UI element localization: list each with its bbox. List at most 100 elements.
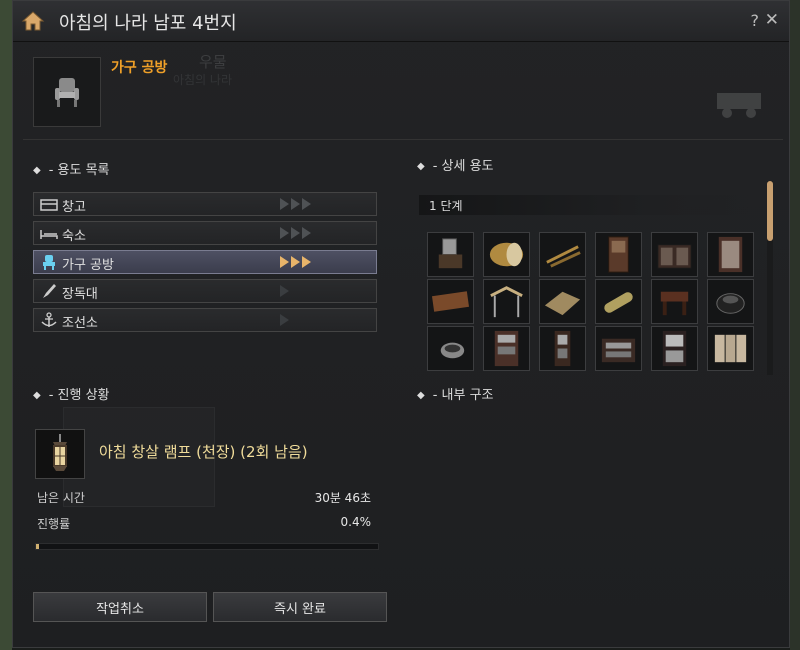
- level-arrows: [280, 227, 311, 239]
- furniture-grid: [427, 232, 757, 374]
- stage-bar: 1 단계: [419, 195, 749, 215]
- diamond-bullet-icon: ◆: [33, 165, 41, 176]
- bed-icon: [40, 230, 58, 239]
- furniture-slot[interactable]: [651, 279, 698, 324]
- progress-heading: ◆ - 진행 상황: [33, 384, 110, 403]
- usage-list-label: - 용도 목록: [48, 163, 110, 178]
- interior-label: - 내부 구조: [432, 388, 494, 403]
- drum-icon: [489, 242, 524, 267]
- usage-item-label: 숙소: [62, 229, 86, 244]
- usage-item-storage[interactable]: 창고: [33, 192, 377, 216]
- level-arrows: [280, 256, 311, 268]
- house-management-window: 아침의 나라 남포 4번지 ? ✕ 가구 공방 우물 아침의 나라 ◆ - 용도 …: [12, 0, 790, 648]
- furniture-slot[interactable]: [651, 232, 698, 277]
- rolled-mat-icon: [604, 292, 633, 313]
- tent-frame-icon: [490, 286, 523, 318]
- display-shelf-icon: [494, 330, 519, 367]
- screen-cabinet-icon: [718, 236, 743, 273]
- home-icon: [21, 11, 45, 31]
- chair-icon: [43, 255, 55, 270]
- title-bar[interactable]: 아침의 나라 남포 4번지 ? ✕: [13, 1, 789, 42]
- progress-bar: [35, 543, 379, 550]
- furniture-slot[interactable]: [707, 232, 754, 277]
- furniture-slot[interactable]: [595, 232, 642, 277]
- usage-item-label: 장독대: [62, 287, 98, 302]
- tall-cabinet-icon: [608, 236, 629, 273]
- wooden-sticks-icon: [546, 245, 581, 268]
- folding-screen-icon: [714, 334, 747, 363]
- progress-rate-label: 진행률: [37, 517, 71, 531]
- chest-icon: [40, 199, 58, 211]
- wooden-plank-icon: [431, 291, 470, 312]
- workshop-thumbnail: [33, 57, 101, 127]
- furniture-scrollbar[interactable]: [767, 181, 773, 375]
- furniture-slot[interactable]: [427, 232, 474, 277]
- usage-item-lodging[interactable]: 숙소: [33, 221, 377, 245]
- usage-item-label: 창고: [62, 200, 86, 215]
- wooden-table-icon: [660, 291, 689, 316]
- world-edge-right: [790, 0, 800, 650]
- level-arrows: [280, 198, 311, 210]
- ghost-title: 우물: [199, 53, 227, 71]
- usage-item-label: 가구 공방: [62, 258, 114, 273]
- cancel-work-button[interactable]: 작업취소: [33, 592, 207, 622]
- furniture-slot[interactable]: [707, 279, 754, 324]
- iron-pot-icon: [716, 293, 745, 314]
- usage-list-heading: ◆ - 용도 목록: [33, 159, 110, 178]
- furniture-slot[interactable]: [539, 232, 586, 277]
- straw-mat-icon: [544, 291, 581, 316]
- lamp-icon: [53, 434, 67, 471]
- mother-of-pearl-cabinet-icon: [662, 330, 687, 367]
- window-title: 아침의 나라 남포 4번지: [59, 13, 237, 34]
- progress-item-name: 아침 창살 램프 (천장) (2회 남음): [99, 443, 308, 461]
- usage-item-label: 조선소: [62, 316, 98, 331]
- stone-bowl-icon: [440, 342, 465, 359]
- instant-complete-button[interactable]: 즉시 완료: [213, 592, 387, 622]
- scrollbar-thumb[interactable]: [767, 181, 773, 241]
- furniture-slot[interactable]: [595, 279, 642, 324]
- detail-usage-label: - 상세 용도: [432, 159, 494, 174]
- narrow-shelf-icon: [554, 330, 571, 367]
- usage-item-furniture-workshop[interactable]: 가구 공방: [33, 250, 377, 274]
- diamond-bullet-icon: ◆: [417, 390, 425, 401]
- furniture-slot[interactable]: [539, 279, 586, 324]
- usage-list: 창고 숙소 가구 공방 장독대 조선소: [33, 192, 377, 337]
- level-arrows: [280, 314, 289, 326]
- furniture-slot[interactable]: [651, 326, 698, 371]
- stage-label: 1 단계: [429, 199, 463, 213]
- furniture-slot[interactable]: [427, 326, 474, 371]
- level-arrows: [280, 285, 289, 297]
- furniture-slot[interactable]: [539, 326, 586, 371]
- vanity-mirror-icon: [438, 238, 463, 269]
- furniture-slot[interactable]: [483, 232, 530, 277]
- remaining-time-label: 남은 시간: [37, 491, 85, 505]
- cart-icon: [717, 93, 761, 118]
- workshop-name: 가구 공방: [111, 60, 168, 76]
- diamond-bullet-icon: ◆: [417, 161, 425, 172]
- furniture-slot[interactable]: [483, 326, 530, 371]
- detail-usage-heading: ◆ - 상세 용도: [417, 155, 494, 174]
- furniture-slot[interactable]: [707, 326, 754, 371]
- progress-bar-fill: [36, 544, 40, 549]
- usage-item-shipyard[interactable]: 조선소: [33, 308, 377, 332]
- ghost-subtitle: 아침의 나라: [173, 73, 233, 87]
- remaining-time-value: 30분 46초: [314, 491, 371, 505]
- furniture-slot[interactable]: [427, 279, 474, 324]
- anchor-icon: [41, 312, 57, 327]
- diamond-bullet-icon: ◆: [33, 390, 41, 401]
- brush-icon: [43, 284, 56, 298]
- close-button[interactable]: ✕: [765, 10, 779, 30]
- help-button[interactable]: ?: [751, 11, 760, 30]
- progress-label: - 진행 상황: [48, 388, 110, 403]
- inlaid-chest-icon: [601, 338, 636, 363]
- low-cabinet-icon: [657, 244, 692, 269]
- furniture-slot[interactable]: [483, 279, 530, 324]
- furniture-slot[interactable]: [595, 326, 642, 371]
- progress-rate-value: 0.4%: [340, 515, 372, 529]
- workshop-header: 가구 공방 우물 아침의 나라: [23, 49, 783, 140]
- progress-item-thumbnail: [35, 429, 85, 479]
- interior-heading: ◆ - 내부 구조: [417, 384, 494, 403]
- world-edge-left: [0, 0, 12, 650]
- usage-item-jar-terrace[interactable]: 장독대: [33, 279, 377, 303]
- armchair-icon: [55, 78, 79, 107]
